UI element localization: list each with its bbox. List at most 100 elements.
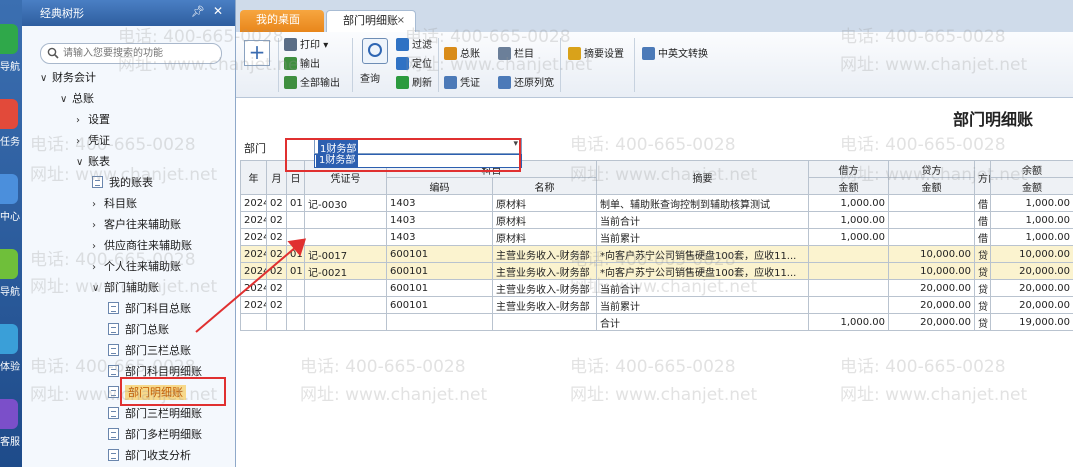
table-row[interactable]: 2024021403原材料当前累计1,000.00借1,000.00 (240, 228, 1073, 246)
strip-button-trial[interactable]: 体验 (0, 320, 22, 380)
tree-node-dept-multi-column-detail[interactable]: 部门多栏明细账 (108, 425, 202, 445)
col-credit: 贷方 (888, 160, 975, 178)
restore-width-button[interactable]: 还原列宽 (498, 75, 554, 93)
chevron-right-icon: › (92, 241, 96, 252)
toolbar-divider (278, 38, 279, 92)
print-button[interactable]: 打印 ▾ (284, 37, 328, 55)
cn-en-toggle-button[interactable]: 中英文转换 (642, 46, 708, 64)
document-icon (108, 386, 119, 398)
strip-label: 导航 (0, 62, 20, 73)
strip-button-service[interactable]: 客服 (0, 395, 22, 455)
pin-icon[interactable]: 📌︎ (191, 5, 205, 18)
table-row[interactable]: 20240201记-0021600101主营业务收入-财务部*向客户苏宁公司销售… (240, 262, 1073, 280)
filter-icon (396, 38, 409, 51)
tree-node-dept-subject-summary[interactable]: 部门科目总账 (108, 299, 191, 319)
tree-node-finance[interactable]: ∨ 财务会计 (40, 68, 96, 88)
strip-label: 中心 (0, 212, 20, 223)
strip-button-nav2[interactable]: 导航 (0, 245, 22, 305)
tab-bar: 我的桌面 部门明细账 × (236, 0, 1073, 32)
restore-width-icon (498, 76, 511, 89)
toolbar-divider (634, 38, 635, 92)
navigation-tree-panel: 经典树形 📌︎ ✕ ∨财务会计 ∨总账 ›设置 ›凭证 ∨账表 我的账表 ›科目… (22, 0, 236, 467)
annotation-highlight-box (120, 377, 226, 406)
locate-icon (396, 57, 409, 70)
col-month: 月 (266, 160, 287, 195)
strip-button-nav[interactable]: 导航 (0, 20, 22, 80)
voucher-button[interactable]: 凭证 (444, 75, 480, 93)
tree-node-dept-income-analysis[interactable]: 部门收支分析 (108, 446, 191, 466)
toolbar: + 打印 ▾ 输出 全部输出 查询 过滤 定位 刷新 总账 凭证 栏目 还原列宽… (236, 32, 1073, 98)
search-input[interactable] (63, 46, 213, 61)
document-icon (92, 176, 103, 188)
summary-setting-icon (568, 47, 581, 60)
table-row[interactable]: 202402600101主营业务收入-财务部当前合计20,000.00贷20,0… (240, 279, 1073, 297)
tree-node-voucher[interactable]: › 凭证 (76, 131, 110, 151)
tree-node-dept-general[interactable]: 部门总账 (108, 320, 169, 340)
columns-button[interactable]: 栏目 (498, 46, 534, 64)
tree-node-customer-aux[interactable]: › 客户往来辅助账 (92, 215, 181, 235)
tree-panel-title: 经典树形 (40, 7, 84, 20)
table-row[interactable]: 2024021403原材料当前合计1,000.00借1,000.00 (240, 211, 1073, 229)
tree-node-dept-aux[interactable]: ∨ 部门辅助账 (92, 278, 159, 298)
export-icon (284, 57, 297, 70)
col-debit: 借方 (808, 160, 889, 178)
voucher-icon (444, 76, 457, 89)
chevron-down-icon: ∨ (60, 94, 68, 105)
annotation-highlight-box (285, 138, 521, 172)
add-button[interactable]: + (244, 40, 270, 66)
tab-dept-detail-ledger[interactable]: 部门明细账 × (326, 10, 416, 32)
nav2-icon (0, 249, 18, 279)
export-button[interactable]: 输出 (284, 56, 320, 74)
center-icon (0, 174, 18, 204)
document-icon (108, 428, 119, 440)
locate-button[interactable]: 定位 (396, 56, 432, 74)
report-title: 部门明细账 (952, 110, 1033, 129)
strip-button-task[interactable]: 任务 (0, 95, 22, 155)
tree-node-personal-aux[interactable]: › 个人往来辅助账 (92, 257, 181, 277)
chevron-right-icon: › (92, 199, 96, 210)
toolbar-divider (438, 38, 439, 92)
summary-setting-button[interactable]: 摘要设置 (568, 46, 624, 64)
refresh-button[interactable]: 刷新 (396, 75, 432, 93)
close-icon[interactable]: × (397, 11, 405, 31)
tree-node-subject-ledger[interactable]: › 科目账 (92, 194, 137, 214)
columns-icon (498, 47, 511, 60)
strip-label: 客服 (0, 437, 20, 448)
tree-node-my-reports[interactable]: 我的账表 (92, 173, 153, 193)
tree-node-settings[interactable]: › 设置 (76, 110, 110, 130)
ledger-button[interactable]: 总账 (444, 46, 480, 64)
tree-node-supplier-aux[interactable]: › 供应商往来辅助账 (92, 236, 192, 256)
table-row[interactable]: 20240201记-0017600101主营业务收入-财务部*向客户苏宁公司销售… (240, 245, 1073, 263)
tree-node-reports[interactable]: ∨ 账表 (76, 152, 110, 172)
document-icon (108, 407, 119, 419)
tree-node-dept-three-column-detail[interactable]: 部门三栏明细账 (108, 404, 202, 424)
language-icon (642, 47, 655, 60)
chevron-right-icon: › (76, 115, 80, 126)
col-summary: 摘要 (596, 160, 809, 195)
tree-node-dept-three-column-summary[interactable]: 部门三栏总账 (108, 341, 191, 361)
export-all-button[interactable]: 全部输出 (284, 75, 340, 93)
tree-panel-header: 经典树形 📌︎ ✕ (22, 0, 235, 26)
tree-node-general-ledger[interactable]: ∨ 总账 (60, 89, 94, 109)
task-icon (0, 99, 18, 129)
col-name: 名称 (492, 177, 597, 195)
refresh-icon (396, 76, 409, 89)
col-balance: 余额 (990, 160, 1073, 178)
table-row[interactable]: 202402600101主营业务收入-财务部当前累计20,000.00贷20,0… (240, 296, 1073, 314)
function-search-box[interactable] (40, 43, 222, 64)
search-icon (47, 47, 59, 59)
table-row-total[interactable]: 合计 1,000.00 20,000.00 贷 19,000.00 (240, 313, 1073, 331)
trial-icon (0, 324, 18, 354)
strip-label: 导航 (0, 287, 20, 298)
col-debit-amount: 金额 (808, 177, 889, 195)
query-button[interactable]: 查询 (360, 71, 380, 89)
ledger-icon (444, 47, 457, 60)
filter-button[interactable]: 过滤 (396, 37, 432, 55)
strip-button-center[interactable]: 中心 (0, 170, 22, 230)
table-row[interactable]: 20240201记-00301403原材料制单、辅助账查询控制到辅助核算测试1,… (240, 194, 1073, 212)
query-icon[interactable] (362, 38, 388, 64)
col-code: 编码 (386, 177, 493, 195)
close-icon[interactable]: ✕ (213, 4, 223, 18)
toolbar-divider (352, 38, 353, 92)
tab-my-desktop[interactable]: 我的桌面 (240, 10, 324, 32)
